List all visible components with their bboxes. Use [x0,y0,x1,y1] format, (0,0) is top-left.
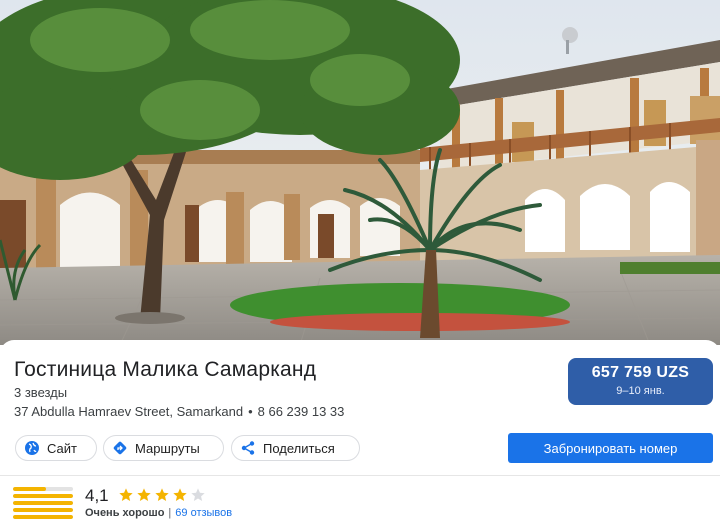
website-button[interactable]: Сайт [15,435,97,461]
rating-summary: Очень хорошо | 69 отзывов [85,507,232,519]
website-label: Сайт [47,440,77,456]
directions-icon [112,440,128,456]
rating-bar [13,494,73,498]
share-icon [240,440,256,456]
rating-quality: Очень хорошо [85,507,165,519]
rating-bar-fill [13,501,73,505]
rating-separator: | [168,507,172,519]
price-dates: 9–10 янв. [616,385,665,397]
star-filled-icon [155,488,169,501]
hotel-photo[interactable] [0,0,720,345]
directions-label: Маршруты [135,440,200,456]
book-room-button[interactable]: Забронировать номер [508,433,713,463]
address-separator: • [248,404,253,419]
directions-button[interactable]: Маршруты [103,435,224,461]
rating-bar-fill [13,515,73,519]
rating-bar [13,487,73,491]
rating-bar-fill [13,494,73,498]
rating-bar-fill [13,487,46,491]
share-label: Поделиться [263,440,335,456]
star-filled-icon [173,488,187,501]
rating-bar-fill [13,508,73,512]
star-empty-icon [191,488,205,501]
rating-bar [13,508,73,512]
hotel-phone[interactable]: 8 66 239 13 33 [258,404,345,419]
rating-stars [118,487,208,505]
hotel-info-card: Гостиница Малика Самарканд 3 звезды 37 A… [0,340,720,520]
rating-distribution[interactable] [13,487,73,522]
hotel-name: Гостиница Малика Самарканд [14,358,317,381]
reviews-link[interactable]: 69 отзывов [175,507,232,519]
hotel-address[interactable]: 37 Abdulla Hamraev Street, Samarkand [14,404,243,419]
rating-bar [13,501,73,505]
address-row: 37 Abdulla Hamraev Street, Samarkand • 8 6… [14,404,344,419]
star-filled-icon [119,488,133,501]
hotel-class: 3 звезды [14,385,68,400]
globe-icon [24,440,40,456]
hotel-courtyard-image [0,0,720,345]
share-button[interactable]: Поделиться [231,435,360,461]
price-amount: 657 759 UZS [591,364,690,381]
star-filled-icon [137,488,151,501]
rating-score: 4,1 [85,486,109,505]
divider [0,475,720,476]
price-box[interactable]: 657 759 UZS 9–10 янв. [568,358,713,405]
rating-bar [13,515,73,519]
